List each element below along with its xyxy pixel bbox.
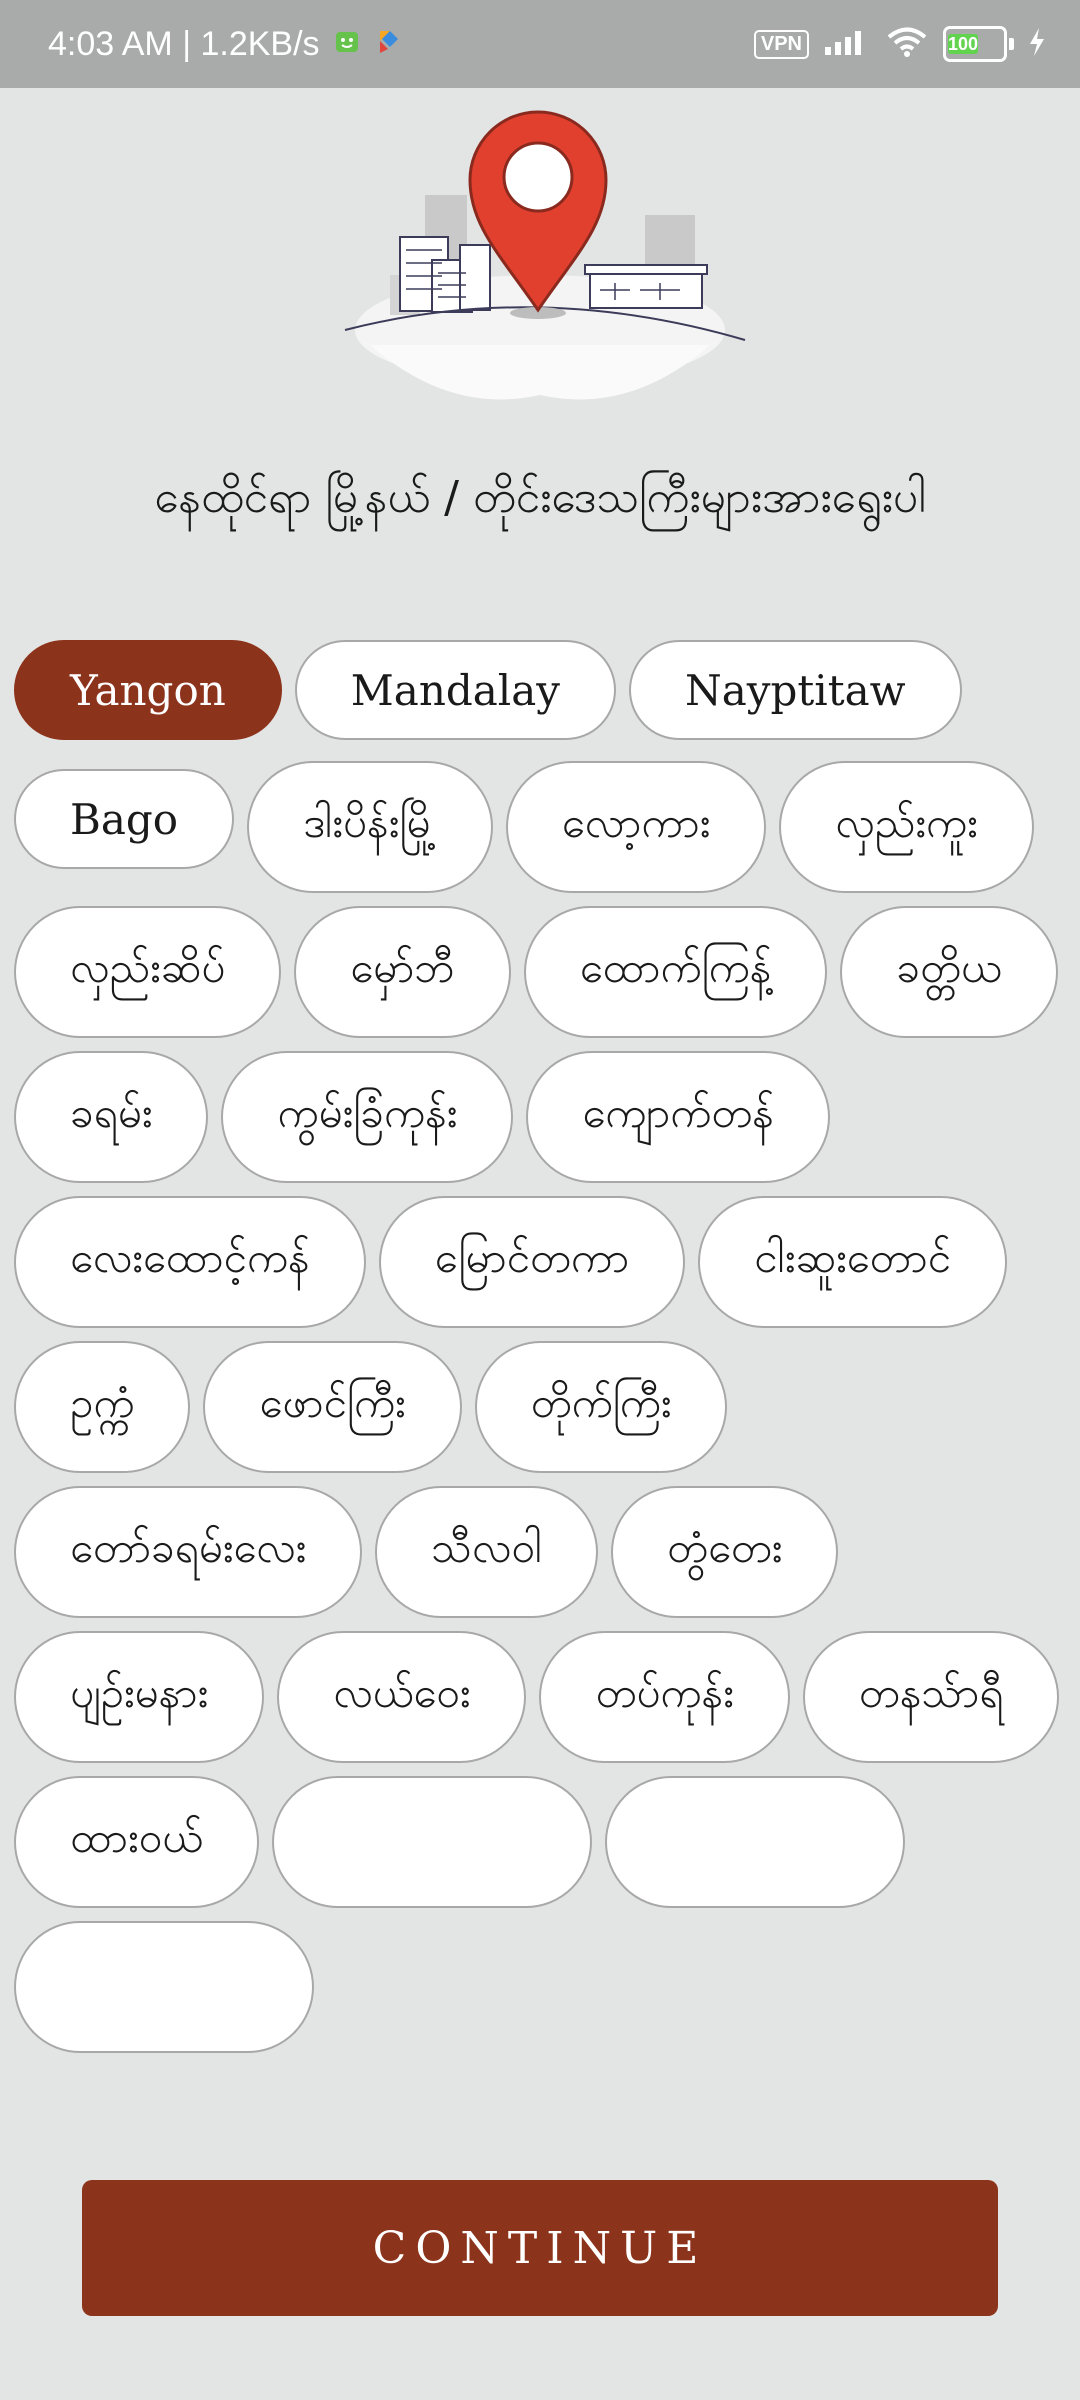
region-chip-selected[interactable]: Yangon — [14, 640, 282, 740]
battery-icon: 100 — [943, 26, 1014, 62]
region-chip[interactable]: တိုက်ကြီး — [474, 1341, 728, 1473]
region-chip[interactable]: မှော်ဘီ — [294, 906, 511, 1038]
region-chip[interactable]: လှည်းဆိပ် — [14, 906, 282, 1038]
chip-container: Yangon Mandalay Nayptitaw Bago ဒါးပိန်းမြို့… — [0, 632, 1080, 2053]
region-chip[interactable]: လှည်းကူး — [779, 761, 1034, 893]
status-bar: 4:03 AM | 1.2KB/s VPN 100 — [0, 0, 1080, 88]
region-chip[interactable]: ကျောက်တန် — [526, 1051, 830, 1183]
charging-icon — [1028, 27, 1046, 62]
status-time-speed: 4:03 AM | 1.2KB/s — [48, 24, 320, 63]
region-chip[interactable]: လေးထောင့်ကန် — [14, 1196, 366, 1328]
region-chip[interactable]: Mandalay — [294, 640, 617, 740]
region-chip[interactable] — [14, 1921, 314, 2053]
region-chip[interactable]: Bago — [14, 769, 235, 869]
region-chip[interactable]: ဥက္ကံ — [14, 1341, 191, 1473]
region-chip-list[interactable]: Yangon Mandalay Nayptitaw Bago ဒါးပိန်းမြို့… — [0, 632, 1080, 2097]
region-chip[interactable]: တပ်ကုန်း — [539, 1631, 790, 1763]
region-chip[interactable]: တော်ခရမ်းလေး — [14, 1486, 363, 1618]
region-chip[interactable] — [271, 1776, 592, 1908]
region-chip[interactable]: ခတ္တိယ — [840, 906, 1058, 1038]
battery-level: 100 — [948, 34, 979, 54]
region-chip[interactable]: လယ်ဝေး — [277, 1631, 527, 1763]
region-chip[interactable]: ထားဝယ် — [14, 1776, 259, 1908]
app-notification-icon — [374, 25, 402, 64]
region-chip[interactable] — [604, 1776, 905, 1908]
signal-icon — [823, 27, 871, 62]
android-notification-icon — [334, 25, 360, 64]
region-chip[interactable]: ကွမ်းခြံကုန်း — [221, 1051, 514, 1183]
location-illustration — [330, 95, 750, 415]
region-chip[interactable]: ပျဉ်းမနား — [14, 1631, 265, 1763]
region-chip[interactable]: တွံတေး — [611, 1486, 839, 1618]
page-heading: နေထိုင်ရာ မြို့နယ် / တိုင်းဒေသကြီးများအာ… — [154, 472, 926, 523]
region-chip[interactable]: Nayptitaw — [629, 640, 962, 740]
region-chip[interactable]: ငါးဆူးတောင် — [698, 1196, 1007, 1328]
vpn-badge: VPN — [753, 29, 809, 59]
region-chip[interactable]: သီလဝါ — [375, 1486, 599, 1618]
region-chip[interactable]: ခရမ်း — [14, 1051, 209, 1183]
status-right: VPN 100 — [753, 0, 1046, 88]
continue-button[interactable]: CONTINUE — [82, 2180, 998, 2316]
region-chip[interactable]: မြောင်တကာ — [378, 1196, 686, 1328]
region-chip[interactable]: ဒါးပိန်းမြို့ — [247, 761, 493, 893]
region-chip[interactable]: လော့ကား — [505, 761, 767, 893]
region-chip[interactable]: ထောက်ကြန့် — [523, 906, 828, 1038]
wifi-icon — [885, 26, 929, 63]
region-chip[interactable]: တနသ်ာရီ — [802, 1631, 1060, 1763]
region-chip[interactable]: ဖောင်ကြီး — [203, 1341, 462, 1473]
status-left: 4:03 AM | 1.2KB/s — [48, 0, 402, 88]
